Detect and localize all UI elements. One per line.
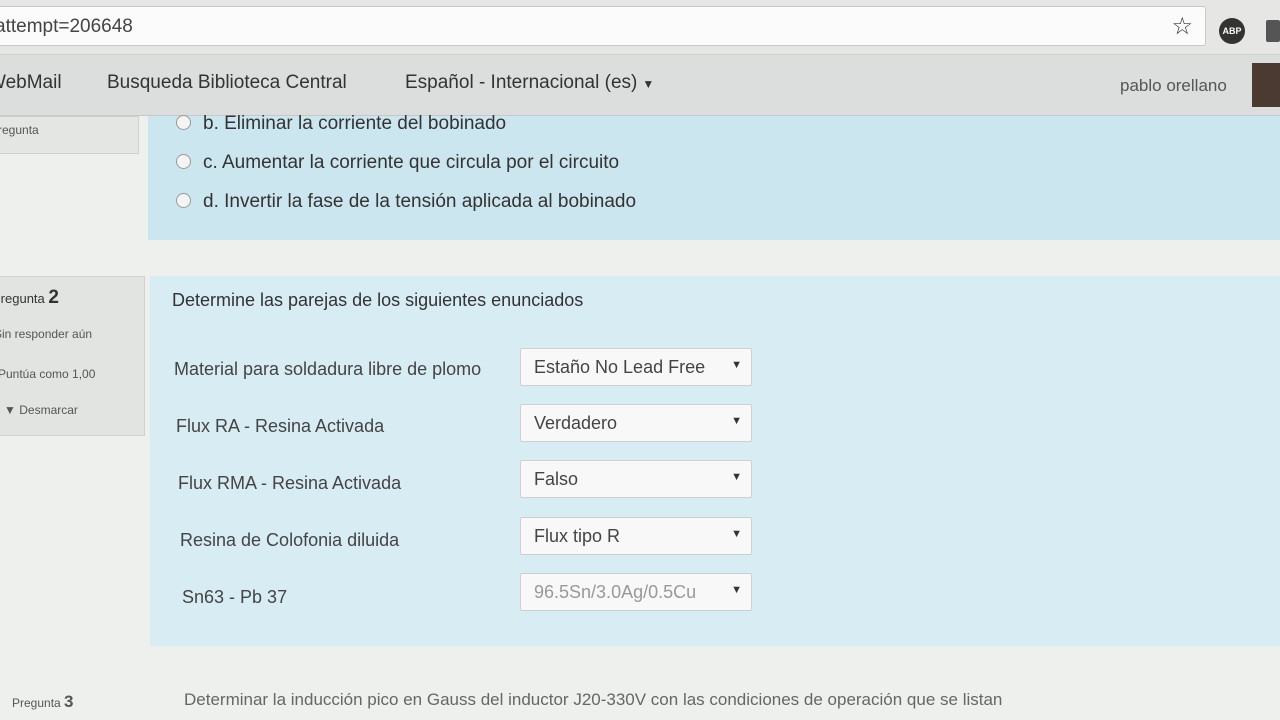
nav-webmail-link[interactable]: WebMail [0, 72, 62, 94]
pair-label: Sn63 - Pb 37 [182, 587, 288, 607]
caret-down-icon: ▼ [642, 77, 655, 91]
pair-select[interactable]: 96.5Sn/3.0Ag/0.5Cu ▼ [520, 573, 752, 611]
question-mark: Puntúa como 1,00 [0, 367, 96, 381]
question-text: Determine las parejas de los siguientes … [172, 290, 584, 310]
pair-select[interactable]: Flux tipo R ▼ [520, 517, 752, 555]
star-icon[interactable]: ☆ [1171, 12, 1193, 41]
browser-toolbar: attempt=206648 ☆ ABP [0, 0, 1280, 55]
question-1-label: Pregunta [0, 123, 39, 137]
nav-library-link[interactable]: Busqueda Biblioteca Central [107, 72, 347, 94]
pair-label: Flux RMA - Resina Activada [178, 473, 402, 493]
adblock-extension-icon[interactable]: ABP [1219, 18, 1245, 44]
avatar[interactable] [1252, 63, 1280, 107]
flag-icon: ▼ [4, 403, 16, 417]
user-name[interactable]: pablo orellano [1120, 76, 1227, 96]
chevron-down-icon: ▼ [731, 415, 742, 427]
question-2-heading: Pregunta 2 [0, 287, 59, 309]
select-value: Falso [534, 469, 579, 489]
chevron-down-icon: ▼ [731, 528, 742, 540]
question-1-info: Pregunta [0, 116, 139, 154]
answer-option-b[interactable]: b. Eliminar la corriente del bobinado [176, 113, 506, 135]
question-2-content: Determine las parejas de los siguientes … [150, 276, 1280, 646]
pair-label: Material para soldadura libre de plomo [174, 359, 482, 379]
question-3-heading: Pregunta 3 [12, 692, 74, 712]
pair-label: Resina de Colofonia diluida [180, 530, 400, 550]
chevron-down-icon: ▼ [731, 359, 742, 371]
url-text: attempt=206648 [0, 16, 133, 37]
address-bar[interactable]: attempt=206648 ☆ [0, 6, 1206, 46]
question-1-content: b. Eliminar la corriente del bobinado c.… [148, 113, 1280, 240]
flag-toggle[interactable]: ▼ Desmarcar [4, 403, 78, 417]
question-label: Pregunta [0, 291, 45, 306]
option-b-label: b. Eliminar la corriente del bobinado [203, 113, 507, 134]
extension-icon[interactable] [1266, 20, 1280, 42]
option-d-label: d. Invertir la fase de la tensión aplica… [203, 191, 637, 212]
chevron-down-icon: ▼ [731, 471, 742, 483]
option-c-label: c. Aumentar la corriente que circula por… [203, 152, 620, 173]
question-label: Pregunta [12, 696, 61, 710]
select-value: Estaño No Lead Free [534, 357, 706, 377]
pair-select[interactable]: Falso ▼ [520, 460, 752, 498]
question-state: Sin responder aún [0, 327, 93, 341]
language-label: Español - Internacional (es) [405, 72, 638, 93]
site-navbar: WebMail Busqueda Biblioteca Central Espa… [0, 55, 1280, 116]
question-number: 2 [48, 287, 59, 308]
answer-option-d[interactable]: d. Invertir la fase de la tensión aplica… [176, 191, 636, 213]
radio-button[interactable] [176, 154, 191, 169]
radio-button[interactable] [176, 115, 191, 130]
question-3-text: Determinar la inducción pico en Gauss de… [184, 690, 1003, 709]
radio-button[interactable] [176, 193, 191, 208]
pair-label: Flux RA - Resina Activada [176, 416, 385, 436]
flag-label: Desmarcar [19, 403, 78, 417]
pair-select[interactable]: Estaño No Lead Free ▼ [520, 348, 752, 386]
chevron-down-icon: ▼ [731, 584, 742, 596]
question-number: 3 [64, 692, 74, 711]
select-value: 96.5Sn/3.0Ag/0.5Cu [534, 582, 697, 602]
question-2-info: Pregunta 2 Sin responder aún Puntúa como… [0, 276, 145, 436]
language-menu[interactable]: Español - Internacional (es) ▼ [405, 72, 654, 94]
select-value: Verdadero [534, 413, 618, 433]
answer-option-c[interactable]: c. Aumentar la corriente que circula por… [176, 152, 619, 174]
pair-select[interactable]: Verdadero ▼ [520, 404, 752, 442]
select-value: Flux tipo R [534, 526, 621, 546]
